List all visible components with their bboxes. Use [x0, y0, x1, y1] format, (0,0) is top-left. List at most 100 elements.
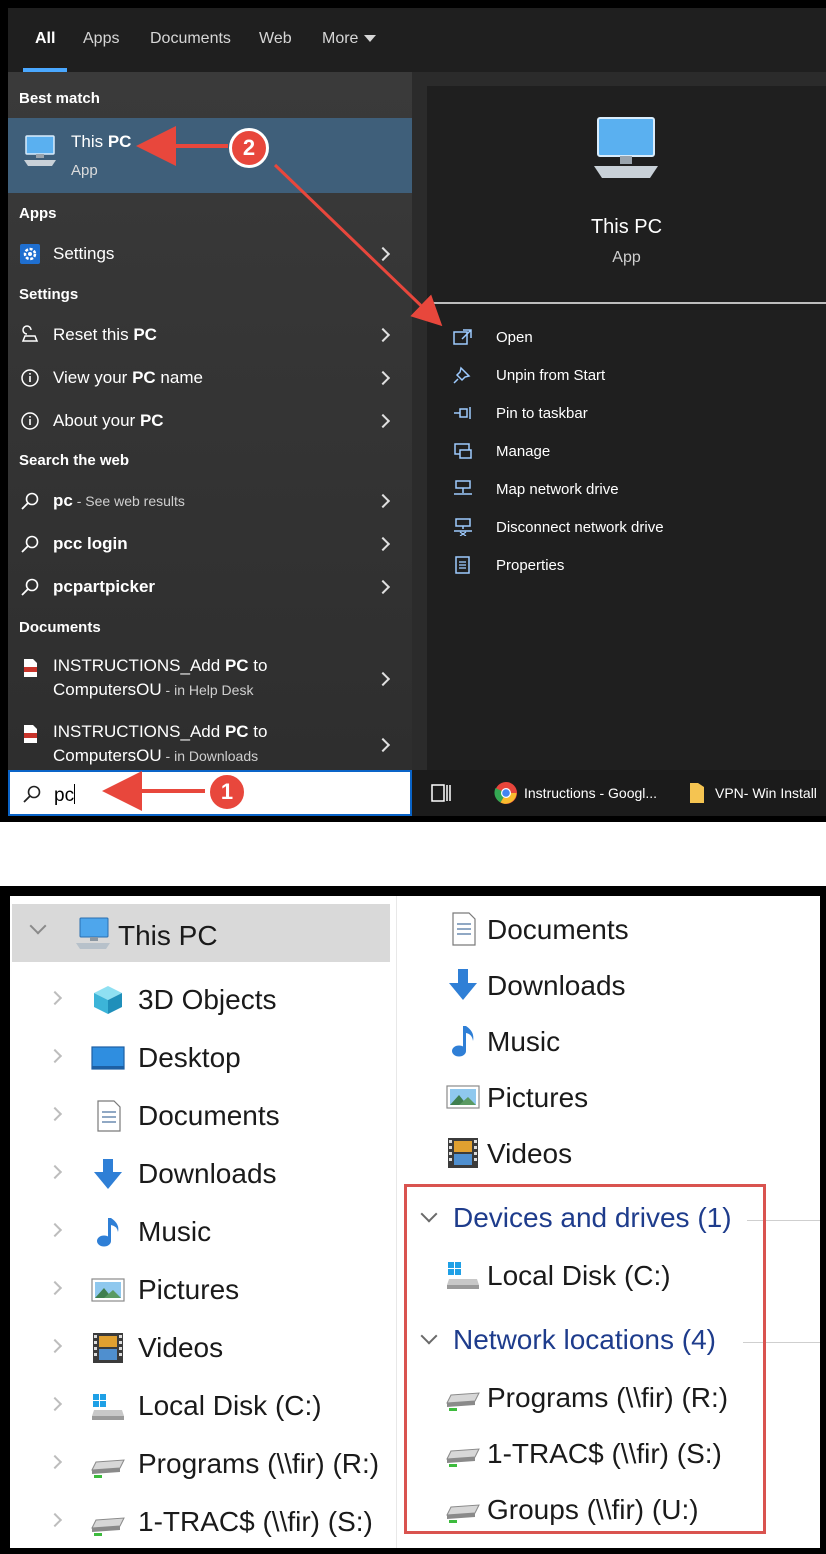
nav-item-videos[interactable]: Videos [10, 1318, 396, 1376]
action-map-drive-label: Map network drive [496, 481, 619, 498]
nav-item-documents[interactable]: Documents [10, 1086, 396, 1144]
nav-item-pictures[interactable]: Pictures [10, 1260, 396, 1318]
result-web-pcpartpicker[interactable]: pcpartpicker [8, 567, 412, 607]
nav-item-music[interactable]: Music [10, 1202, 396, 1260]
action-open-label: Open [496, 329, 533, 346]
tab-apps[interactable]: Apps [83, 30, 119, 48]
chevron-right-icon[interactable] [47, 990, 63, 1006]
nav-item-desktop[interactable]: Desktop [10, 1028, 396, 1086]
divider [747, 1220, 820, 1221]
task-view-icon[interactable] [430, 782, 452, 804]
about-label-bold: PC [139, 411, 164, 430]
music-icon [452, 1026, 474, 1057]
tab-documents[interactable]: Documents [150, 30, 231, 48]
drive-label: Groups (\\fir) (U:) [487, 1494, 699, 1525]
chevron-right-icon[interactable] [47, 1454, 63, 1470]
downloads-icon [449, 969, 477, 1000]
nav-item-local-disk-c[interactable]: Local Disk (C:) [10, 1376, 396, 1434]
open-icon [453, 329, 472, 345]
folder-pictures[interactable]: Pictures [397, 1070, 820, 1126]
nav-label: Music [138, 1216, 212, 1247]
chevron-right-icon[interactable] [47, 1164, 63, 1180]
tab-more[interactable]: More [322, 30, 377, 48]
chevron-down-icon[interactable] [420, 1205, 438, 1223]
chevron-down-icon[interactable] [420, 1327, 438, 1345]
result-about-your-pc[interactable]: About your PC [8, 401, 412, 441]
drive-1-trac-s[interactable]: 1-TRAC$ (\\fir) (S:) [397, 1426, 820, 1482]
search-tabs: All Apps Documents Web More [8, 8, 826, 72]
search-query-text: pc [54, 785, 75, 806]
folder-documents[interactable]: Documents [397, 902, 820, 958]
web-pcpartpicker-bold: pcpartpicker [53, 577, 156, 596]
search-icon [21, 578, 39, 596]
chevron-right-icon [375, 536, 391, 552]
nav-item-programs-r[interactable]: Programs (\\fir) (R:) [10, 1434, 396, 1492]
this-pc-icon [76, 917, 110, 949]
tab-web[interactable]: Web [259, 30, 292, 48]
folder-music[interactable]: Music [397, 1014, 820, 1070]
taskbar-app-chrome[interactable]: Instructions - Googl... [484, 770, 664, 816]
best-match-this-pc[interactable]: This PC App [8, 118, 412, 193]
group-devices-and-drives[interactable]: Devices and drives (1) [397, 1198, 820, 1242]
result-reset-this-pc[interactable]: Reset this PC [8, 315, 412, 355]
tab-all[interactable]: All [35, 30, 55, 48]
folder-videos[interactable]: Videos [397, 1126, 820, 1182]
info-icon [21, 369, 39, 387]
pdf-file-icon [24, 725, 37, 743]
local-disk-icon [447, 1262, 479, 1289]
start-menu-screenshot: All Apps Documents Web More Best match T… [0, 0, 826, 822]
network-drive-icon [446, 1504, 480, 1523]
drive-programs-r[interactable]: Programs (\\fir) (R:) [397, 1370, 820, 1426]
nav-label: Documents [138, 1100, 280, 1131]
tab-more-label: More [322, 30, 359, 47]
doc1-line2: ComputersOU [53, 680, 162, 699]
drive-groups-u[interactable]: Groups (\\fir) (U:) [397, 1482, 820, 1538]
doc2-prefix: INSTRUCTIONS_Add [53, 722, 225, 741]
doc2-line2: ComputersOU [53, 746, 162, 765]
info-icon [21, 412, 39, 430]
chevron-right-icon[interactable] [47, 1512, 63, 1528]
result-web-pc[interactable]: pc - See web results [8, 481, 412, 521]
pdf-file-icon [24, 659, 37, 677]
result-view-pc-name[interactable]: View your PC name [8, 358, 412, 398]
results-list: Best match This PC App Apps Settings Set… [8, 72, 412, 770]
result-settings-app[interactable]: Settings [8, 234, 412, 274]
drive-local-disk-c[interactable]: Local Disk (C:) [397, 1248, 820, 1304]
about-label-prefix: About your [53, 411, 140, 430]
chevron-right-icon[interactable] [47, 1106, 63, 1122]
step-badge-2: 2 [229, 128, 269, 168]
chevron-right-icon[interactable] [47, 1338, 63, 1354]
nav-label: Downloads [138, 1158, 277, 1189]
nav-label: Local Disk (C:) [138, 1390, 322, 1421]
result-web-pcc-login[interactable]: pcc login [8, 524, 412, 564]
chevron-right-icon[interactable] [47, 1280, 63, 1296]
nav-item-downloads[interactable]: Downloads [10, 1144, 396, 1202]
desktop-icon [91, 1046, 125, 1070]
chevron-right-icon[interactable] [47, 1222, 63, 1238]
chevron-right-icon[interactable] [47, 1048, 63, 1064]
chevron-right-icon[interactable] [47, 1396, 63, 1412]
web-pcc-bold: pcc login [53, 534, 128, 553]
local-disk-icon [92, 1394, 124, 1420]
doc1-prefix: INSTRUCTIONS_Add [53, 656, 225, 675]
view-label-bold: PC [132, 368, 156, 387]
file-explorer-screenshot: This PC 3D Objects Desktop Documents Dow… [0, 886, 826, 1554]
group-network-locations[interactable]: Network locations (4) [397, 1320, 820, 1364]
3d-objects-icon [94, 986, 122, 1014]
network-drive-icon [446, 1448, 480, 1467]
documents-icon [452, 912, 476, 946]
start-menu: All Apps Documents Web More Best match T… [8, 8, 826, 816]
nav-item-3d-objects[interactable]: 3D Objects [10, 970, 396, 1028]
nav-item-1-trac-s[interactable]: 1-TRAC$ (\\fir) (S:) [10, 1492, 396, 1548]
result-document-downloads[interactable]: INSTRUCTIONS_Add PC to ComputersOU - in … [8, 714, 412, 776]
result-settings-label: Settings [53, 244, 115, 263]
action-disconnect-label: Disconnect network drive [496, 519, 664, 536]
result-document-help-desk[interactable]: INSTRUCTIONS_Add PC to ComputersOU - in … [8, 648, 412, 710]
nav-label: Videos [138, 1332, 224, 1363]
folder-downloads[interactable]: Downloads [397, 958, 820, 1014]
downloads-icon [94, 1159, 122, 1189]
taskbar-app-folder[interactable]: VPN- Win Install [680, 770, 826, 816]
music-icon [97, 1218, 119, 1247]
section-apps: Apps [19, 205, 57, 222]
disconnect-drive-icon [454, 518, 472, 536]
